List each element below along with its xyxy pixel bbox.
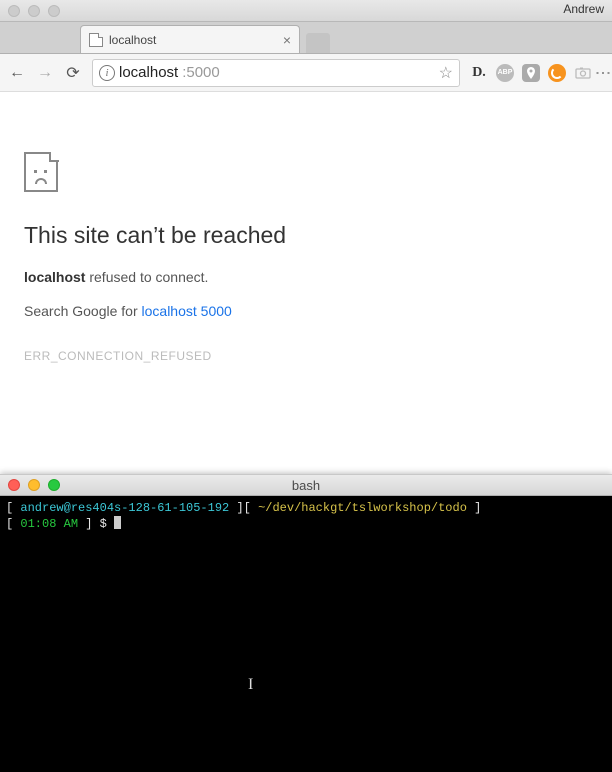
extension-abp-icon[interactable]: ABP: [496, 64, 514, 82]
new-tab-button[interactable]: [306, 33, 330, 53]
prompt-bracket2-close: ]: [78, 517, 100, 531]
omnibox-url-host: localhost: [119, 64, 178, 81]
extension-icons: D. ABP ⋮: [470, 64, 604, 82]
prompt-time: 01:08 AM: [20, 517, 78, 531]
extension-d-icon[interactable]: D.: [470, 64, 488, 82]
prompt-bracket-close: ]: [467, 501, 481, 515]
omnibox[interactable]: i localhost:5000 ☆: [92, 59, 460, 87]
page-icon: [89, 33, 103, 47]
prompt-path: ~/dev/hackgt/tslworkshop/todo: [258, 501, 467, 515]
extension-camera-icon[interactable]: [574, 64, 592, 82]
traffic-lights-inactive: [8, 5, 60, 17]
site-info-icon[interactable]: i: [99, 65, 115, 81]
error-search-suggestion: Search Google for localhost 5000: [24, 303, 588, 319]
terminal-titlebar[interactable]: bash: [0, 474, 612, 496]
zoom-window-button[interactable]: [48, 5, 60, 17]
search-prefix: Search Google for: [24, 303, 142, 319]
extension-postman-icon[interactable]: [548, 64, 566, 82]
browser-toolbar: ← → ⟳ i localhost:5000 ☆ D. ABP ⋮: [0, 54, 612, 92]
extension-location-icon[interactable]: [522, 64, 540, 82]
error-refused-text: refused to connect.: [85, 269, 208, 285]
reload-button[interactable]: ⟳: [64, 63, 82, 83]
text-cursor-ibeam-icon: I: [248, 676, 253, 694]
minimize-window-button[interactable]: [28, 5, 40, 17]
search-link[interactable]: localhost 5000: [142, 303, 232, 319]
terminal-window: bash [ andrew@res404s-128-61-105-192 ][ …: [0, 474, 612, 772]
error-host: localhost: [24, 269, 85, 285]
prompt-userhost: andrew@res404s-128-61-105-192: [20, 501, 229, 515]
error-page: This site can’t be reached localhost ref…: [0, 92, 612, 472]
error-heading: This site can’t be reached: [24, 222, 588, 249]
close-window-button[interactable]: [8, 5, 20, 17]
chrome-menu-button[interactable]: ⋮: [600, 65, 604, 81]
tab-close-button[interactable]: ×: [283, 32, 291, 48]
sad-document-icon: [24, 152, 58, 192]
tab-title: localhost: [109, 33, 156, 47]
error-message: localhost refused to connect.: [24, 269, 588, 285]
error-code: ERR_CONNECTION_REFUSED: [24, 349, 588, 363]
tab-localhost[interactable]: localhost ×: [80, 25, 300, 53]
bookmark-star-icon[interactable]: ☆: [439, 63, 453, 83]
forward-button[interactable]: →: [36, 64, 54, 82]
tab-strip: localhost ×: [0, 22, 612, 54]
terminal-close-button[interactable]: [8, 479, 20, 491]
terminal-body[interactable]: [ andrew@res404s-128-61-105-192 ][ ~/dev…: [0, 496, 612, 772]
prompt-bracket2: [: [6, 517, 20, 531]
terminal-title: bash: [0, 478, 612, 493]
terminal-cursor: [114, 516, 121, 529]
prompt-bracket: [: [6, 501, 20, 515]
terminal-traffic-lights: [8, 479, 60, 491]
back-button[interactable]: ←: [8, 64, 26, 82]
terminal-minimize-button[interactable]: [28, 479, 40, 491]
prompt-dollar: $: [100, 517, 114, 531]
omnibox-url-port: :5000: [182, 64, 220, 81]
profile-name[interactable]: Andrew: [563, 2, 604, 16]
terminal-zoom-button[interactable]: [48, 479, 60, 491]
prompt-sep: ][: [229, 501, 258, 515]
browser-window-titlebar: Andrew: [0, 0, 612, 22]
